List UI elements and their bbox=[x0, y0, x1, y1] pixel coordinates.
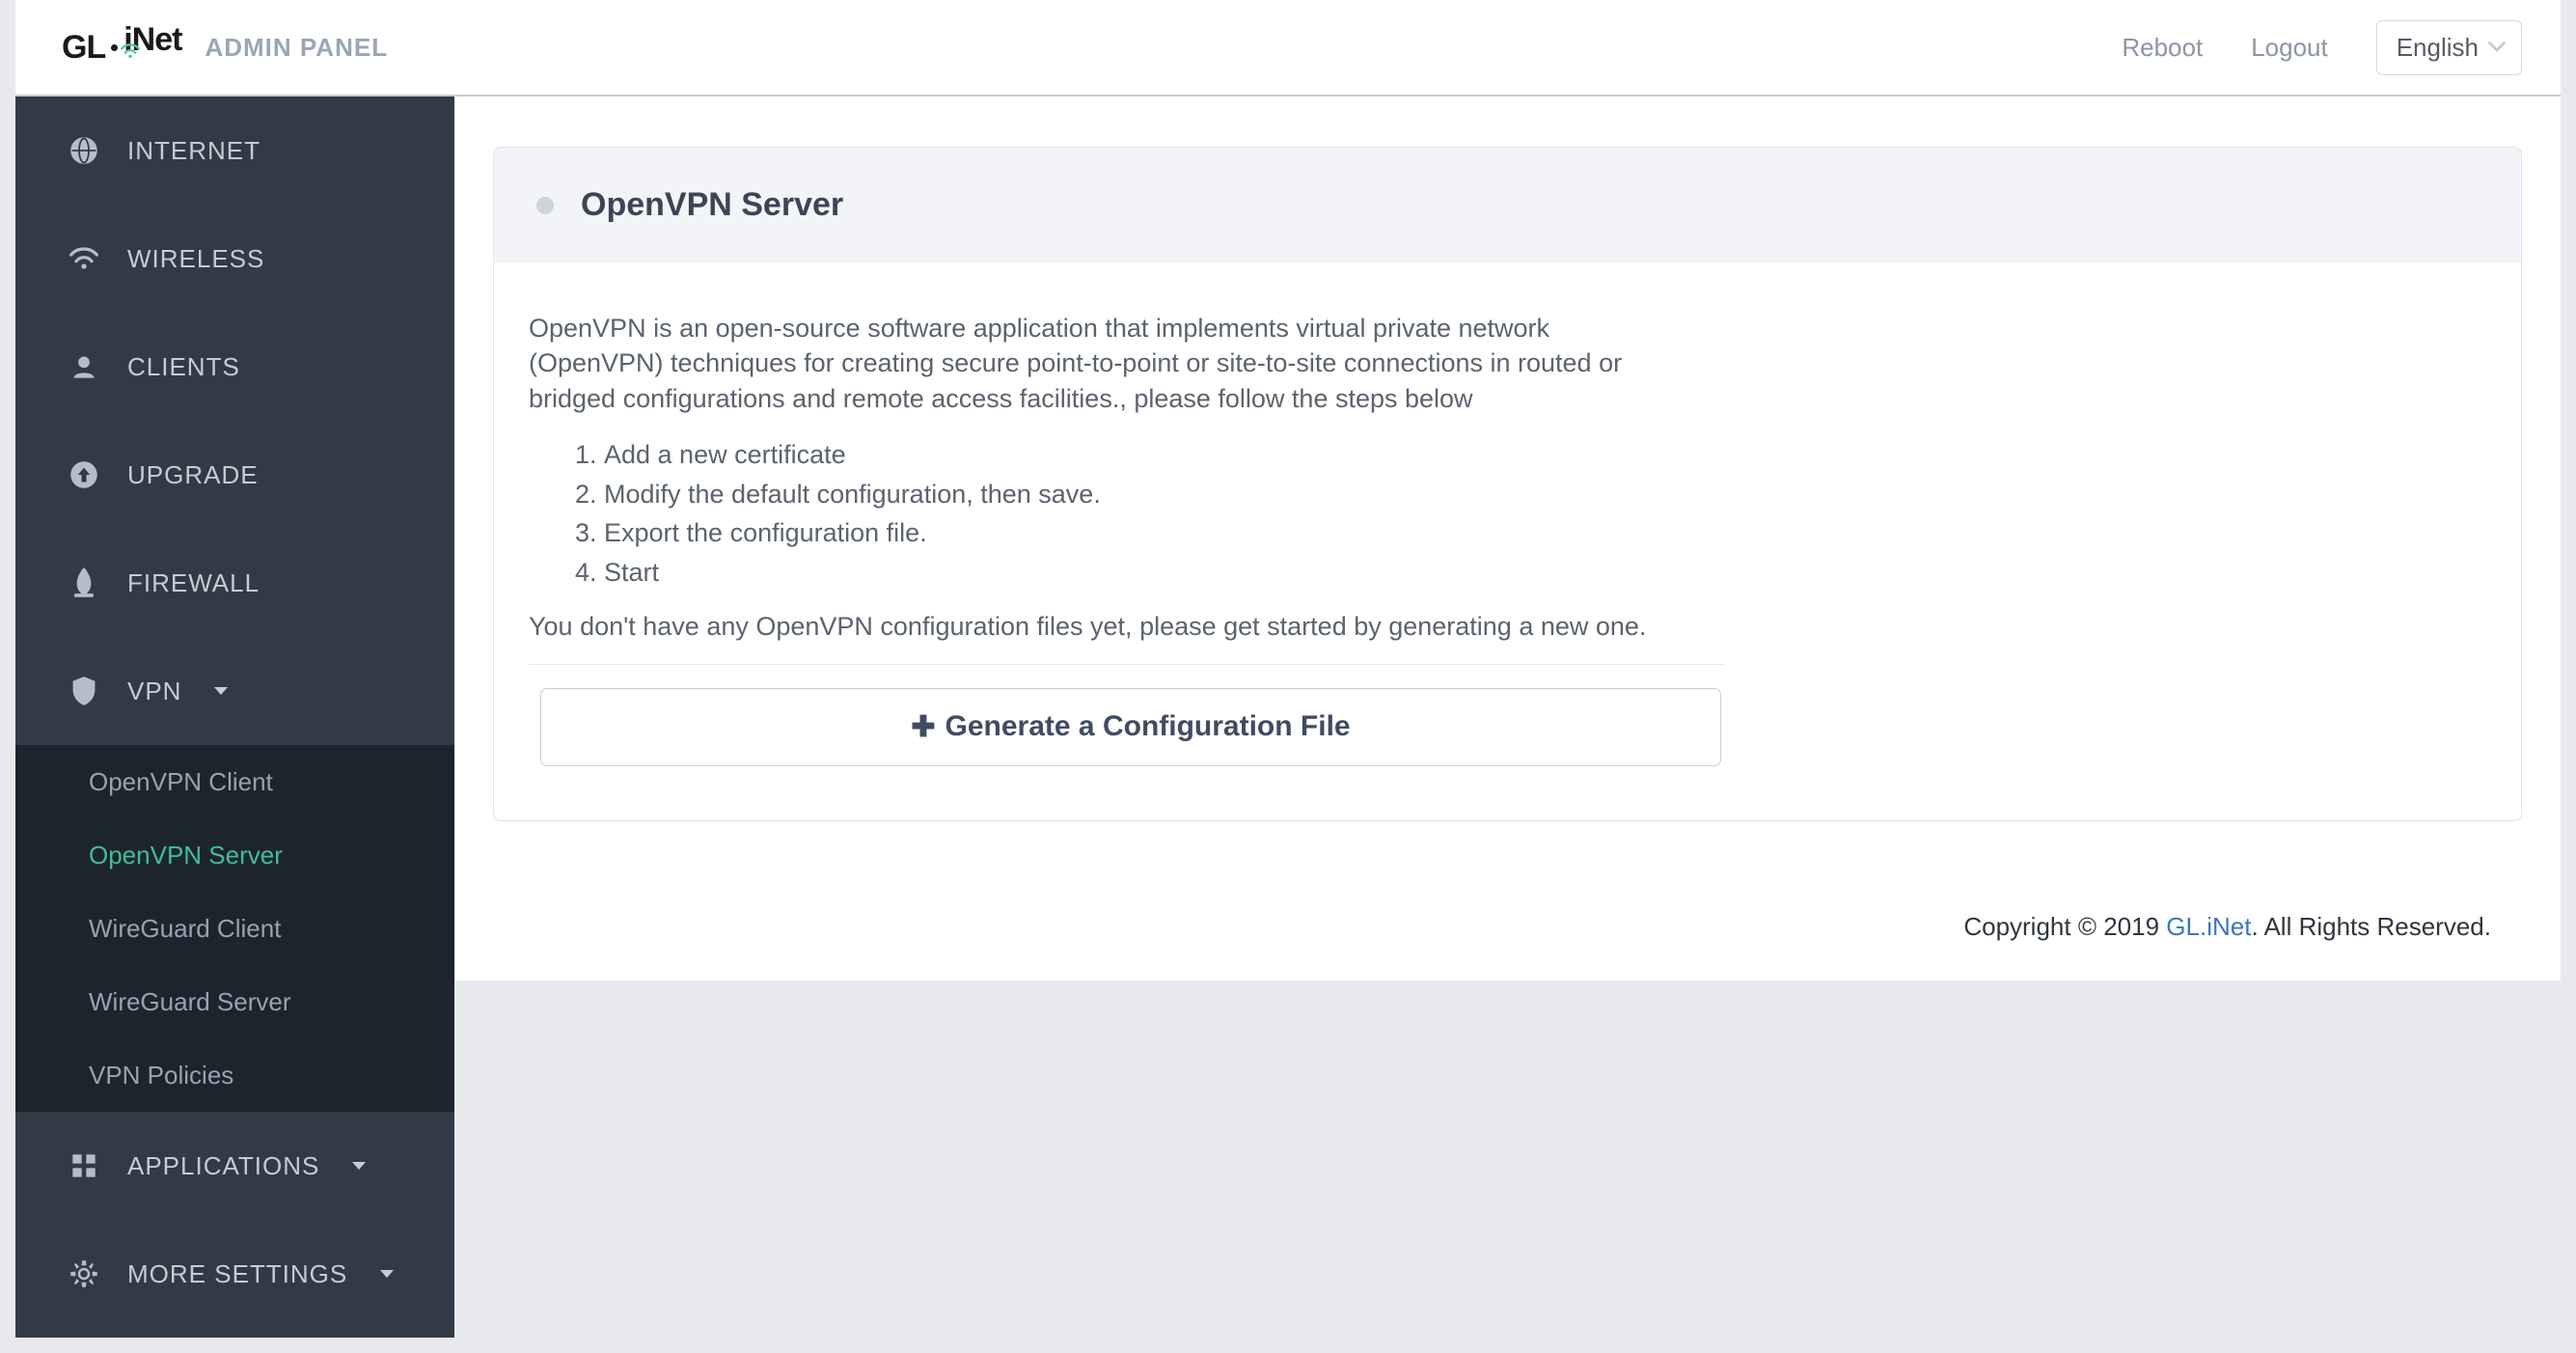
caret-down-icon bbox=[214, 687, 228, 695]
divider bbox=[529, 664, 1725, 665]
brand-left: GL bbox=[62, 29, 105, 67]
subnav-openvpn-client[interactable]: OpenVPN Client bbox=[15, 745, 454, 818]
sidebar-item-label: CLIENTS bbox=[127, 352, 240, 382]
caret-down-icon bbox=[380, 1270, 394, 1278]
sidebar-item-wireless[interactable]: WIRELESS bbox=[15, 205, 454, 313]
subnav-wireguard-client[interactable]: WireGuard Client bbox=[15, 892, 454, 965]
logout-link[interactable]: Logout bbox=[2251, 33, 2328, 63]
admin-panel-label: ADMIN PANEL bbox=[205, 33, 388, 63]
subnav-openvpn-server[interactable]: OpenVPN Server bbox=[15, 818, 454, 892]
footer-brand-link[interactable]: GL.iNet bbox=[2166, 912, 2251, 941]
footer-copyright-prefix: Copyright © 2019 bbox=[1963, 912, 2166, 941]
step-item: Modify the default configuration, then s… bbox=[604, 475, 2486, 513]
topbar-left: GL iNet ADMIN PANEL bbox=[62, 21, 388, 74]
subnav-vpn-policies[interactable]: VPN Policies bbox=[15, 1038, 454, 1112]
brand-dot-icon bbox=[111, 44, 118, 51]
firewall-icon bbox=[68, 566, 100, 599]
panel-header: OpenVPN Server bbox=[494, 148, 2521, 262]
sidebar-item-label: MORE SETTINGS bbox=[127, 1259, 347, 1289]
generate-button-label: Generate a Configuration File bbox=[945, 710, 1351, 743]
sidebar-item-label: INTERNET bbox=[127, 136, 260, 166]
sidebar-item-label: VPN bbox=[127, 676, 181, 706]
sidebar-item-label: APPLICATIONS bbox=[127, 1151, 319, 1181]
upgrade-icon bbox=[68, 458, 100, 491]
sidebar-item-more-settings[interactable]: MORE SETTINGS bbox=[15, 1220, 454, 1328]
main-content: OpenVPN Server OpenVPN is an open-source… bbox=[454, 97, 2561, 1338]
sidebar-item-vpn[interactable]: VPN bbox=[15, 637, 454, 745]
step-item: Export the configuration file. bbox=[604, 513, 2486, 552]
sidebar-item-clients[interactable]: CLIENTS bbox=[15, 313, 454, 421]
plus-icon: ✚ bbox=[911, 710, 935, 744]
globe-icon bbox=[68, 134, 100, 167]
apps-icon bbox=[68, 1149, 100, 1182]
panel-openvpn-server: OpenVPN Server OpenVPN is an open-source… bbox=[493, 147, 2522, 821]
sidebar-item-label: WIRELESS bbox=[127, 244, 264, 274]
sidebar-item-firewall[interactable]: FIREWALL bbox=[15, 529, 454, 637]
sidebar-item-label: UPGRADE bbox=[127, 460, 259, 490]
generate-config-button[interactable]: ✚ Generate a Configuration File bbox=[540, 688, 1721, 766]
sidebar-item-applications[interactable]: APPLICATIONS bbox=[15, 1112, 454, 1220]
page-title: OpenVPN Server bbox=[581, 186, 843, 224]
vpn-submenu: OpenVPN Client OpenVPN Server WireGuard … bbox=[15, 745, 454, 1112]
panel-body: OpenVPN is an open-source software appli… bbox=[494, 262, 2521, 820]
footer-copyright-suffix: . All Rights Reserved. bbox=[2251, 912, 2491, 941]
description-text: OpenVPN is an open-source software appli… bbox=[529, 311, 1686, 416]
footer: Copyright © 2019 GL.iNet. All Rights Res… bbox=[454, 879, 2561, 980]
person-icon bbox=[68, 350, 100, 383]
wifi-accent-icon bbox=[120, 43, 178, 59]
brand-logo: GL iNet bbox=[62, 21, 181, 74]
wifi-icon bbox=[68, 242, 100, 275]
chevron-down-icon bbox=[2488, 41, 2506, 53]
step-item: Start bbox=[604, 553, 2486, 592]
steps-list: Add a new certificate Modify the default… bbox=[529, 435, 2486, 592]
step-item: Add a new certificate bbox=[604, 435, 2486, 474]
no-config-text: You don't have any OpenVPN configuration… bbox=[529, 609, 2486, 644]
gear-icon bbox=[68, 1257, 100, 1290]
status-dot-icon bbox=[536, 197, 554, 214]
caret-down-icon bbox=[352, 1162, 366, 1170]
sidebar: INTERNET WIRELESS CLIENTS bbox=[15, 97, 454, 1338]
sidebar-item-internet[interactable]: INTERNET bbox=[15, 97, 454, 205]
topbar-right: Reboot Logout English bbox=[2122, 20, 2522, 75]
sidebar-item-upgrade[interactable]: UPGRADE bbox=[15, 421, 454, 529]
sidebar-item-label: FIREWALL bbox=[127, 568, 260, 598]
reboot-link[interactable]: Reboot bbox=[2122, 33, 2203, 63]
subnav-wireguard-server[interactable]: WireGuard Server bbox=[15, 965, 454, 1038]
topbar: GL iNet ADMIN PANEL Reboot Logout Englis… bbox=[15, 0, 2561, 97]
language-select[interactable]: English bbox=[2376, 20, 2522, 75]
shield-icon bbox=[68, 675, 100, 707]
language-value: English bbox=[2397, 33, 2479, 63]
